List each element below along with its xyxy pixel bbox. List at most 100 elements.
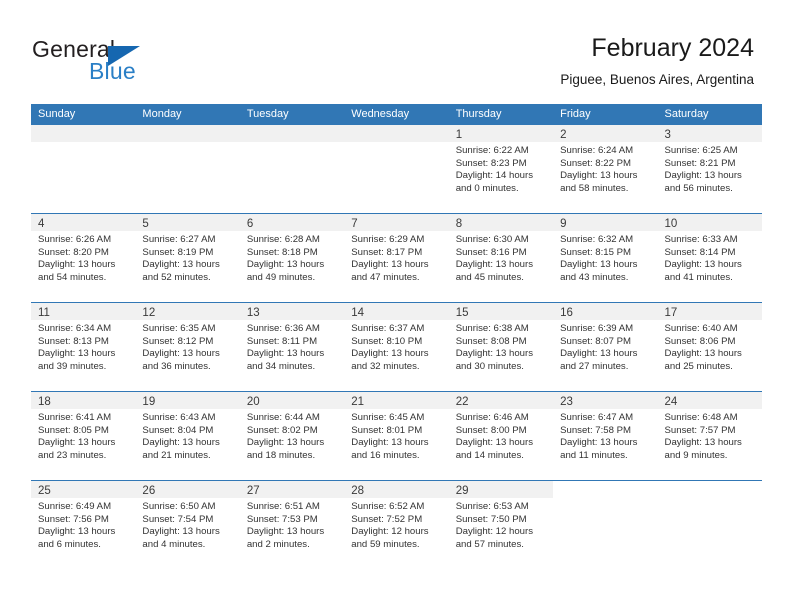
calendar-grid: Sunday Monday Tuesday Wednesday Thursday Frid… — [31, 104, 762, 570]
day-cell[interactable]: 25 Sunrise: 6:49 AM Sunset: 7:56 PM Dayligh… — [31, 481, 136, 570]
day-info-daylight-2: and 23 minutes. — [38, 449, 107, 461]
day-cell[interactable]: 28 Sunrise: 6:52 AM Sunset: 7:52 PM Dayligh… — [344, 481, 449, 570]
day-info-sunset: Sunset: 8:02 PM — [246, 424, 318, 436]
day-info-sunset: Sunset: 7:57 PM — [664, 424, 736, 436]
day-number-band: 15 — [448, 303, 554, 320]
day-cell[interactable]: 12 Sunrise: 6:35 AM Sunset: 8:12 PM Dayligh… — [135, 303, 240, 391]
day-info-sunset: Sunset: 8:17 PM — [351, 246, 423, 258]
day-cell[interactable]: 19 Sunrise: 6:43 AM Sunset: 8:04 PM Dayligh… — [135, 392, 240, 480]
weekday-header-friday: Friday — [560, 108, 591, 120]
day-cell[interactable]: 29 Sunrise: 6:53 AM Sunset: 7:50 PM Dayligh… — [448, 481, 554, 570]
day-cell-empty — [135, 125, 240, 213]
day-info-sunset: Sunset: 8:20 PM — [38, 246, 109, 258]
day-number-band: 19 — [135, 392, 240, 409]
day-number: 18 — [38, 396, 51, 408]
day-info-daylight-1: Daylight: 13 hours — [664, 348, 742, 360]
day-cell[interactable]: 13 Sunrise: 6:36 AM Sunset: 8:11 PM Dayligh… — [239, 303, 345, 391]
day-info-sunset: Sunset: 8:19 PM — [142, 246, 214, 258]
day-cell[interactable]: 14 Sunrise: 6:37 AM Sunset: 8:10 PM Dayligh… — [344, 303, 449, 391]
day-number: 16 — [560, 307, 573, 319]
day-number: 14 — [351, 307, 365, 319]
day-number: 3 — [664, 129, 671, 141]
day-cell[interactable]: 20 Sunrise: 6:44 AM Sunset: 8:02 PM Dayligh… — [239, 392, 345, 480]
day-info-daylight-1: Daylight: 13 hours — [142, 526, 220, 538]
page-header: General Blue February 2024 Piguee, Bueno… — [0, 0, 792, 104]
day-cell[interactable]: 16 Sunrise: 6:39 AM Sunset: 8:07 PM Dayligh… — [553, 303, 658, 391]
day-info-sunset: Sunset: 8:00 PM — [455, 424, 527, 436]
weekday-header-row: Sunday Monday Tuesday Wednesday Thursday Frid… — [31, 104, 762, 125]
day-cell[interactable]: 23 Sunrise: 6:47 AM Sunset: 7:58 PM Dayligh… — [553, 392, 658, 480]
day-cell[interactable]: 26 Sunrise: 6:50 AM Sunset: 7:54 PM Dayligh… — [135, 481, 240, 570]
day-number-band: 3 — [657, 125, 762, 142]
day-info-sunrise: Sunrise: 6:30 AM — [455, 234, 529, 245]
day-info-daylight-1: Daylight: 12 hours — [455, 526, 534, 538]
day-info-daylight-1: Daylight: 13 hours — [560, 437, 638, 449]
day-cell[interactable]: 15 Sunrise: 6:38 AM Sunset: 8:08 PM Dayligh… — [448, 303, 554, 391]
day-cell[interactable]: 24 Sunrise: 6:48 AM Sunset: 7:57 PM Dayligh… — [657, 392, 762, 480]
day-cell[interactable]: 7 Sunrise: 6:29 AM Sunset: 8:17 PM Daylight… — [344, 214, 449, 302]
day-cell[interactable]: 10 Sunrise: 6:33 AM Sunset: 8:14 PM Dayligh… — [657, 214, 762, 302]
day-info-sunset: Sunset: 8:11 PM — [246, 335, 318, 347]
day-cell[interactable]: 11 Sunrise: 6:34 AM Sunset: 8:13 PM Dayligh… — [31, 303, 136, 391]
day-info-sunset: Sunset: 8:13 PM — [38, 335, 109, 347]
day-number: 28 — [351, 485, 365, 497]
day-number: 10 — [664, 218, 678, 230]
day-info-daylight-2: and 34 minutes. — [246, 360, 316, 372]
day-sun-info: Sunrise: 6:45 AM Sunset: 8:01 PM Daylight:… — [344, 409, 448, 462]
day-info-sunrise: Sunrise: 6:35 AM — [142, 323, 216, 334]
day-info-daylight-2: and 45 minutes. — [455, 271, 524, 283]
day-info-sunrise: Sunrise: 6:28 AM — [246, 234, 320, 245]
day-info-daylight-2: and 47 minutes. — [351, 271, 420, 283]
day-number-band: 13 — [239, 303, 345, 320]
day-info-sunrise: Sunrise: 6:33 AM — [664, 234, 738, 245]
day-sun-info: Sunrise: 6:39 AM Sunset: 8:07 PM Daylight:… — [553, 320, 657, 373]
day-cell[interactable]: 22 Sunrise: 6:46 AM Sunset: 8:00 PM Dayligh… — [448, 392, 554, 480]
day-sun-info: Sunrise: 6:53 AM Sunset: 7:50 PM Daylight:… — [449, 498, 553, 551]
day-info-sunset: Sunset: 7:52 PM — [351, 513, 423, 525]
day-cell[interactable]: 17 Sunrise: 6:40 AM Sunset: 8:06 PM Dayligh… — [657, 303, 762, 391]
day-number: 12 — [142, 307, 156, 319]
day-cell[interactable]: 18 Sunrise: 6:41 AM Sunset: 8:05 PM Dayligh… — [31, 392, 136, 480]
day-info-daylight-1: Daylight: 13 hours — [351, 437, 429, 449]
day-cell[interactable]: 27 Sunrise: 6:51 AM Sunset: 7:53 PM Dayligh… — [239, 481, 345, 570]
day-cell[interactable]: 1 Sunrise: 6:22 AM Sunset: 8:23 PM Daylight… — [448, 125, 554, 213]
day-sun-info: Sunrise: 6:26 AM Sunset: 8:20 PM Daylight:… — [31, 231, 135, 284]
day-number: 6 — [246, 218, 254, 230]
day-number: 22 — [455, 396, 469, 408]
day-number-band: 6 — [239, 214, 345, 231]
day-info-sunrise: Sunrise: 6:47 AM — [560, 412, 634, 423]
day-sun-info: Sunrise: 6:29 AM Sunset: 8:17 PM Daylight:… — [344, 231, 448, 284]
day-cell[interactable]: 8 Sunrise: 6:30 AM Sunset: 8:16 PM Daylight… — [448, 214, 554, 302]
day-info-sunrise: Sunrise: 6:32 AM — [560, 234, 634, 245]
day-cell[interactable]: 9 Sunrise: 6:32 AM Sunset: 8:15 PM Daylight… — [553, 214, 658, 302]
day-cell[interactable]: 3 Sunrise: 6:25 AM Sunset: 8:21 PM Daylight… — [657, 125, 762, 213]
day-cell[interactable]: 2 Sunrise: 6:24 AM Sunset: 8:22 PM Daylight… — [553, 125, 658, 213]
day-number-band: 4 — [31, 214, 136, 231]
day-info-daylight-2: and 57 minutes. — [455, 538, 524, 550]
day-number-band — [31, 125, 136, 142]
calendar-week-row: 1 Sunrise: 6:22 AM Sunset: 8:23 PM Daylight… — [31, 125, 762, 214]
day-number: 19 — [142, 396, 156, 408]
day-number: 1 — [455, 129, 463, 141]
day-cell[interactable]: 4 Sunrise: 6:26 AM Sunset: 8:20 PM Daylight… — [31, 214, 136, 302]
day-info-sunset: Sunset: 8:15 PM — [560, 246, 632, 258]
weekday-header-wednesday: Wednesday — [351, 108, 410, 120]
day-info-sunrise: Sunrise: 6:26 AM — [38, 234, 112, 245]
day-number: 20 — [246, 396, 260, 408]
day-cell[interactable]: 6 Sunrise: 6:28 AM Sunset: 8:18 PM Daylight… — [239, 214, 345, 302]
day-cell[interactable]: 21 Sunrise: 6:45 AM Sunset: 8:01 PM Dayligh… — [344, 392, 449, 480]
day-sun-info: Sunrise: 6:36 AM Sunset: 8:11 PM Daylight:… — [240, 320, 344, 373]
day-info-daylight-2: and 9 minutes. — [664, 449, 728, 461]
day-sun-info: Sunrise: 6:52 AM Sunset: 7:52 PM Daylight:… — [344, 498, 448, 551]
day-number-band: 11 — [31, 303, 136, 320]
day-number-band — [135, 125, 240, 142]
day-sun-info: Sunrise: 6:35 AM Sunset: 8:12 PM Daylight:… — [135, 320, 239, 373]
day-cell[interactable]: 5 Sunrise: 6:27 AM Sunset: 8:19 PM Daylight… — [135, 214, 240, 302]
day-info-daylight-1: Daylight: 13 hours — [664, 259, 742, 271]
day-cell-empty — [31, 125, 136, 213]
day-info-sunrise: Sunrise: 6:25 AM — [664, 145, 738, 156]
day-info-daylight-1: Daylight: 13 hours — [38, 348, 116, 360]
day-info-sunset: Sunset: 8:18 PM — [246, 246, 318, 258]
day-info-sunset: Sunset: 8:23 PM — [455, 157, 527, 169]
day-info-daylight-1: Daylight: 13 hours — [142, 348, 220, 360]
